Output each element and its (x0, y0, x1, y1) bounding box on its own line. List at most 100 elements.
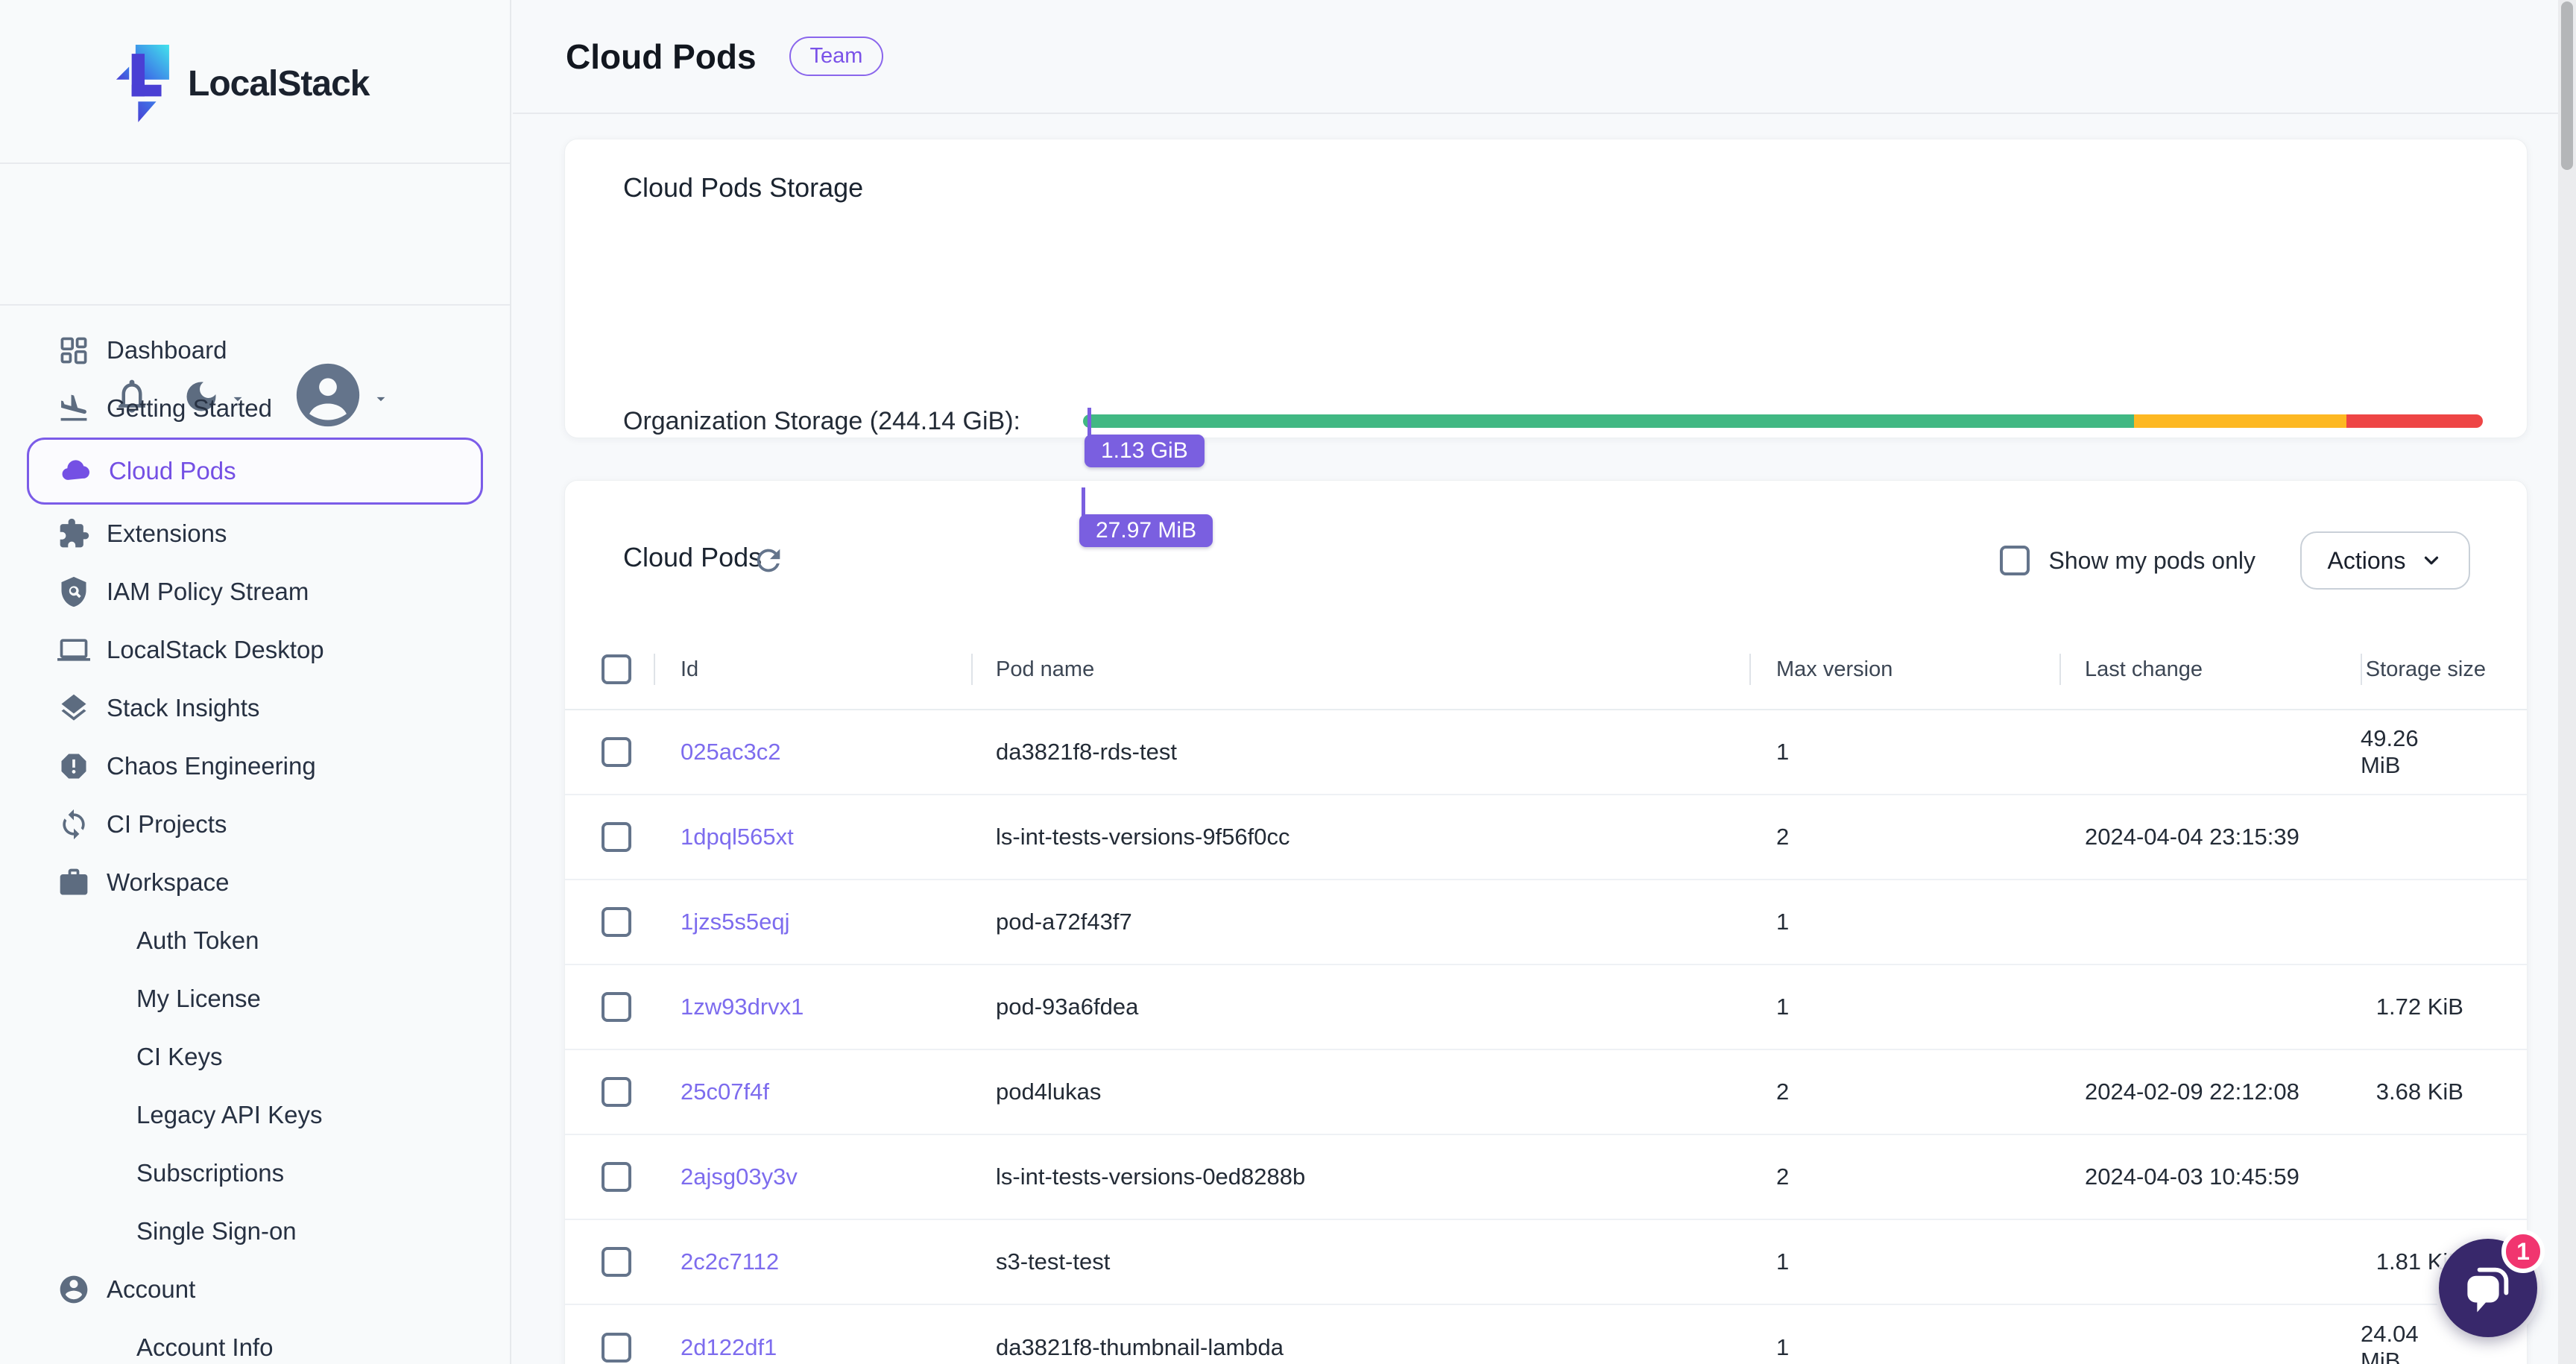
sidebar-item-workspace[interactable]: Workspace (0, 853, 510, 912)
column-header-pod-name[interactable]: Pod name (971, 630, 1749, 709)
account-circle-icon (57, 1273, 90, 1306)
main-content: Cloud Pods Team Cloud Pods Storage Organ… (513, 0, 2576, 1364)
sidebar-item-account-info[interactable]: Account Info (0, 1319, 510, 1364)
page-scrollbar (2558, 0, 2576, 1364)
max-version-cell: 2 (1749, 1050, 2059, 1134)
sidebar-item-auth-token[interactable]: Auth Token (0, 912, 510, 970)
cloud-icon (60, 455, 92, 487)
sidebar-item-label: Subscriptions (136, 1159, 284, 1187)
actions-button[interactable]: Actions (2300, 531, 2470, 590)
localstack-logo[interactable]: LocalStack (115, 45, 369, 122)
sidebar-item-ci-keys[interactable]: CI Keys (0, 1028, 510, 1086)
report-octagon-icon (57, 750, 90, 783)
storage-size-cell (2361, 795, 2527, 879)
pod-id-link[interactable]: 2d122df1 (681, 1334, 777, 1361)
last-change-cell (2059, 965, 2361, 1049)
row-checkbox[interactable] (602, 1077, 631, 1107)
sidebar-item-stack-insights[interactable]: Stack Insights (0, 679, 510, 737)
column-header-last-change[interactable]: Last change (2059, 630, 2361, 709)
sidebar-item-label: Getting Started (107, 394, 272, 423)
pods-section-title: Cloud Pods (623, 542, 762, 573)
sidebar-item-ci-projects[interactable]: CI Projects (0, 795, 510, 853)
sidebar-item-label: Extensions (107, 520, 227, 548)
pod-id-link[interactable]: 025ac3c2 (681, 739, 780, 765)
pod-name-cell: ls-int-tests-versions-0ed8288b (971, 1135, 1749, 1219)
pod-id-link[interactable]: 1dpql565xt (681, 824, 794, 850)
pods-titlebar: Cloud Pods Show my pods only Actions (565, 527, 2527, 594)
row-checkbox[interactable] (602, 1247, 631, 1277)
scrollbar-thumb[interactable] (2561, 1, 2573, 170)
user-usage-marker (1082, 487, 1085, 516)
column-header-max-version[interactable]: Max version (1749, 630, 2059, 709)
sidebar-item-chaos-engineering[interactable]: Chaos Engineering (0, 737, 510, 795)
sidebar-item-subscriptions[interactable]: Subscriptions (0, 1144, 510, 1202)
show-my-pods-checkbox[interactable] (2000, 546, 2030, 575)
sidebar-nav: Dashboard Getting Started Cloud Pods Ext… (0, 321, 510, 1364)
last-change-cell (2059, 710, 2361, 794)
max-version-cell: 1 (1749, 1305, 2059, 1364)
sidebar-item-account[interactable]: Account (0, 1260, 510, 1319)
sidebar-item-dashboard[interactable]: Dashboard (0, 321, 510, 379)
pod-id-link[interactable]: 2c2c7112 (681, 1248, 779, 1275)
table-row: 1zw93drvx1 pod-93a6fdea 1 1.72 KiB (565, 965, 2527, 1050)
puzzle-icon (57, 517, 90, 550)
logo-block: LocalStack (0, 0, 510, 164)
show-my-pods-label: Show my pods only (2049, 547, 2255, 575)
page-header: Cloud Pods Team (513, 0, 2576, 114)
sidebar-item-localstack-desktop[interactable]: LocalStack Desktop (0, 621, 510, 679)
localstack-app: LocalStack Das (0, 0, 2576, 1364)
pod-id-link[interactable]: 25c07f4f (681, 1079, 769, 1105)
pod-name-cell: pod-93a6fdea (971, 965, 1749, 1049)
sidebar-item-label: My License (136, 985, 261, 1013)
org-storage-row: Organization Storage (244.14 GiB): 1.13 … (565, 406, 2527, 436)
row-checkbox[interactable] (602, 1162, 631, 1192)
pod-id-link[interactable]: 2ajsg03y3v (681, 1163, 798, 1190)
chevron-down-icon (2420, 549, 2443, 572)
select-all-checkbox[interactable] (602, 654, 631, 684)
storage-size-cell (2361, 1135, 2527, 1219)
localstack-logo-icon (115, 45, 174, 122)
row-checkbox[interactable] (602, 992, 631, 1022)
cloud-pods-card: Cloud Pods Show my pods only Actions Id (564, 480, 2528, 1364)
bar-segment-yellow (2134, 414, 2346, 428)
sidebar-item-extensions[interactable]: Extensions (0, 505, 510, 563)
team-badge: Team (789, 37, 884, 76)
sidebar-item-label: Cloud Pods (109, 457, 236, 485)
sidebar-item-legacy-api-keys[interactable]: Legacy API Keys (0, 1086, 510, 1144)
sidebar-item-label: Single Sign-on (136, 1217, 297, 1245)
sidebar-item-my-license[interactable]: My License (0, 970, 510, 1028)
sidebar-item-getting-started[interactable]: Getting Started (0, 379, 510, 438)
dashboard-icon (57, 334, 90, 367)
pods-table: Id Pod name Max version Last change Stor… (565, 630, 2527, 1364)
column-header-storage-size[interactable]: Storage size (2361, 630, 2527, 709)
max-version-cell: 2 (1749, 1135, 2059, 1219)
row-checkbox[interactable] (602, 822, 631, 852)
sidebar-item-label: Stack Insights (107, 694, 259, 722)
column-header-id[interactable]: Id (654, 630, 971, 709)
pod-id-link[interactable]: 1jzs5s5eqj (681, 909, 789, 935)
storage-card: Cloud Pods Storage Organization Storage … (564, 139, 2528, 438)
sidebar-item-label: Legacy API Keys (136, 1101, 322, 1129)
chat-unread-badge: 1 (2501, 1230, 2545, 1273)
sidebar-item-cloud-pods[interactable]: Cloud Pods (27, 438, 483, 505)
storage-size-cell: 3.68 KiB (2361, 1050, 2527, 1134)
chat-launcher-button[interactable]: 1 (2439, 1239, 2537, 1337)
row-checkbox[interactable] (602, 1333, 631, 1363)
max-version-cell: 1 (1749, 965, 2059, 1049)
sidebar-item-single-sign-on[interactable]: Single Sign-on (0, 1202, 510, 1260)
table-row: 25c07f4f pod4lukas 2 2024-02-09 22:12:08… (565, 1050, 2527, 1135)
refresh-icon[interactable] (751, 543, 786, 578)
pod-name-cell: pod-a72f43f7 (971, 880, 1749, 964)
shield-search-icon (57, 575, 90, 608)
last-change-cell: 2024-04-03 10:45:59 (2059, 1135, 2361, 1219)
table-row: 2ajsg03y3v ls-int-tests-versions-0ed8288… (565, 1135, 2527, 1220)
storage-size-cell: 49.26 MiB (2361, 710, 2527, 794)
sidebar-item-label: Auth Token (136, 926, 259, 955)
pod-id-link[interactable]: 1zw93drvx1 (681, 994, 804, 1020)
row-checkbox[interactable] (602, 737, 631, 767)
sidebar-item-iam-policy-stream[interactable]: IAM Policy Stream (0, 563, 510, 621)
row-checkbox[interactable] (602, 907, 631, 937)
sidebar-item-label: Chaos Engineering (107, 752, 316, 780)
pod-name-cell: pod4lukas (971, 1050, 1749, 1134)
storage-size-cell (2361, 880, 2527, 964)
